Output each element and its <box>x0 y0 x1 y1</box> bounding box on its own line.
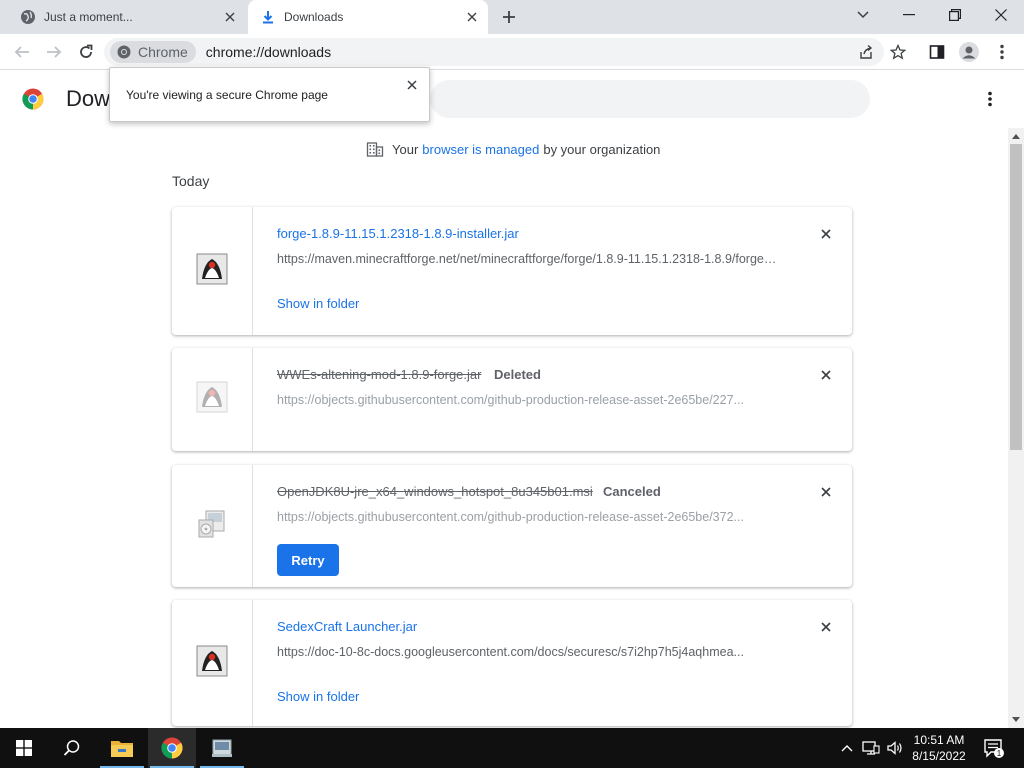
page-menu-icon[interactable] <box>980 88 1000 110</box>
download-status: Deleted <box>494 367 541 382</box>
file-icon-column <box>172 600 253 726</box>
file-source-url[interactable]: https://objects.githubusercontent.com/gi… <box>277 510 777 524</box>
file-icon-column <box>172 465 253 587</box>
system-clock[interactable]: 10:51 AM 8/15/2022 <box>904 732 974 764</box>
search-icon[interactable] <box>48 728 96 768</box>
tab-just-a-moment[interactable]: Just a moment... <box>8 0 246 34</box>
minimize-button[interactable] <box>886 0 932 30</box>
file-name-link: WWEs-altening-mod-1.8.9-forge.jar <box>277 367 482 382</box>
scroll-up-icon[interactable] <box>1008 129 1024 143</box>
installer-icon <box>196 508 228 545</box>
share-icon[interactable] <box>854 40 878 64</box>
scroll-down-icon[interactable] <box>1008 712 1024 726</box>
url-text[interactable]: chrome://downloads <box>206 44 331 60</box>
java-duke-icon <box>196 645 228 682</box>
start-button[interactable] <box>0 728 48 768</box>
notification-count: 1 <box>997 749 1002 758</box>
network-icon[interactable] <box>860 728 882 768</box>
show-hidden-icons-chevron-icon[interactable] <box>838 728 856 768</box>
volume-icon[interactable] <box>884 728 906 768</box>
secure-page-popup: You're viewing a secure Chrome page <box>109 67 430 122</box>
managed-prefix: Your <box>392 141 419 157</box>
close-window-button[interactable] <box>978 0 1024 30</box>
date-section-label: Today <box>172 173 210 189</box>
remove-download-icon[interactable] <box>817 225 835 243</box>
tab-strip: Just a moment... Downloads <box>0 0 1024 34</box>
building-icon <box>366 140 384 158</box>
download-icon <box>260 9 276 25</box>
notification-center-icon[interactable]: 1 <box>980 728 1008 768</box>
file-icon-column <box>172 348 253 451</box>
java-duke-icon <box>196 253 228 290</box>
address-bar[interactable]: Chrome chrome://downloads <box>104 38 884 66</box>
new-tab-button[interactable] <box>498 6 520 28</box>
download-status: Canceled <box>603 484 661 499</box>
forward-button[interactable] <box>42 40 66 64</box>
bookmark-star-icon[interactable] <box>886 40 910 64</box>
retry-button[interactable]: Retry <box>277 544 339 576</box>
remove-download-icon[interactable] <box>817 618 835 636</box>
globe-icon <box>20 9 36 25</box>
file-icon-column <box>172 207 253 335</box>
tab-title: Just a moment... <box>44 10 133 24</box>
browser-toolbar: Chrome chrome://downloads <box>0 34 1024 70</box>
windows-taskbar: 10:51 AM 8/15/2022 1 <box>0 728 1024 768</box>
show-in-folder-link[interactable]: Show in folder <box>277 689 359 704</box>
back-button[interactable] <box>10 40 34 64</box>
restore-button[interactable] <box>932 0 978 30</box>
file-source-url[interactable]: https://doc-10-8c-docs.googleusercontent… <box>277 645 777 659</box>
chrome-taskbar-icon[interactable] <box>148 728 196 768</box>
remove-download-icon[interactable] <box>817 366 835 384</box>
tab-title: Downloads <box>284 10 344 24</box>
browser-menu-icon[interactable] <box>990 40 1014 64</box>
managed-notice: Your browser is managed by your organiza… <box>366 140 660 158</box>
clock-date: 8/15/2022 <box>912 749 966 763</box>
profile-avatar-icon[interactable] <box>957 40 981 64</box>
download-item: SedexCraft Launcher.jar https://doc-10-8… <box>172 600 852 726</box>
file-source-url[interactable]: https://objects.githubusercontent.com/gi… <box>277 393 777 407</box>
installer-app-icon[interactable] <box>198 728 246 768</box>
remove-download-icon[interactable] <box>817 483 835 501</box>
java-duke-icon <box>196 381 228 418</box>
chrome-icon <box>116 44 132 60</box>
download-item: WWEs-altening-mod-1.8.9-forge.jar Delete… <box>172 348 852 451</box>
chrome-logo-icon <box>22 88 44 110</box>
tab-downloads[interactable]: Downloads <box>248 0 488 34</box>
show-in-folder-link[interactable]: Show in folder <box>277 296 359 311</box>
file-source-url[interactable]: https://maven.minecraftforge.net/net/min… <box>277 252 777 266</box>
scrollbar-thumb[interactable] <box>1010 144 1022 450</box>
file-name-link: OpenJDK8U-jre_x64_windows_hotspot_8u345b… <box>277 484 593 499</box>
close-tab-icon[interactable] <box>220 7 240 27</box>
file-name-link[interactable]: SedexCraft Launcher.jar <box>277 619 417 634</box>
reload-button[interactable] <box>74 40 98 64</box>
download-item: forge-1.8.9-11.15.1.2318-1.8.9-installer… <box>172 207 852 335</box>
popup-text: You're viewing a secure Chrome page <box>126 88 328 102</box>
search-downloads-input[interactable] <box>430 80 870 118</box>
managed-suffix: by your organization <box>543 141 661 157</box>
browser-managed-link[interactable]: browser is managed <box>422 142 539 157</box>
tab-search-icon[interactable] <box>840 0 886 30</box>
file-name-link[interactable]: forge-1.8.9-11.15.1.2318-1.8.9-installer… <box>277 226 519 241</box>
clock-time: 10:51 AM <box>913 733 965 747</box>
file-explorer-icon[interactable] <box>98 728 146 768</box>
close-tab-icon[interactable] <box>462 7 482 27</box>
site-info-chip[interactable]: Chrome <box>110 41 196 63</box>
download-item: OpenJDK8U-jre_x64_windows_hotspot_8u345b… <box>172 465 852 587</box>
side-panel-icon[interactable] <box>925 40 949 64</box>
chip-label: Chrome <box>138 44 188 60</box>
close-icon[interactable] <box>403 76 421 94</box>
